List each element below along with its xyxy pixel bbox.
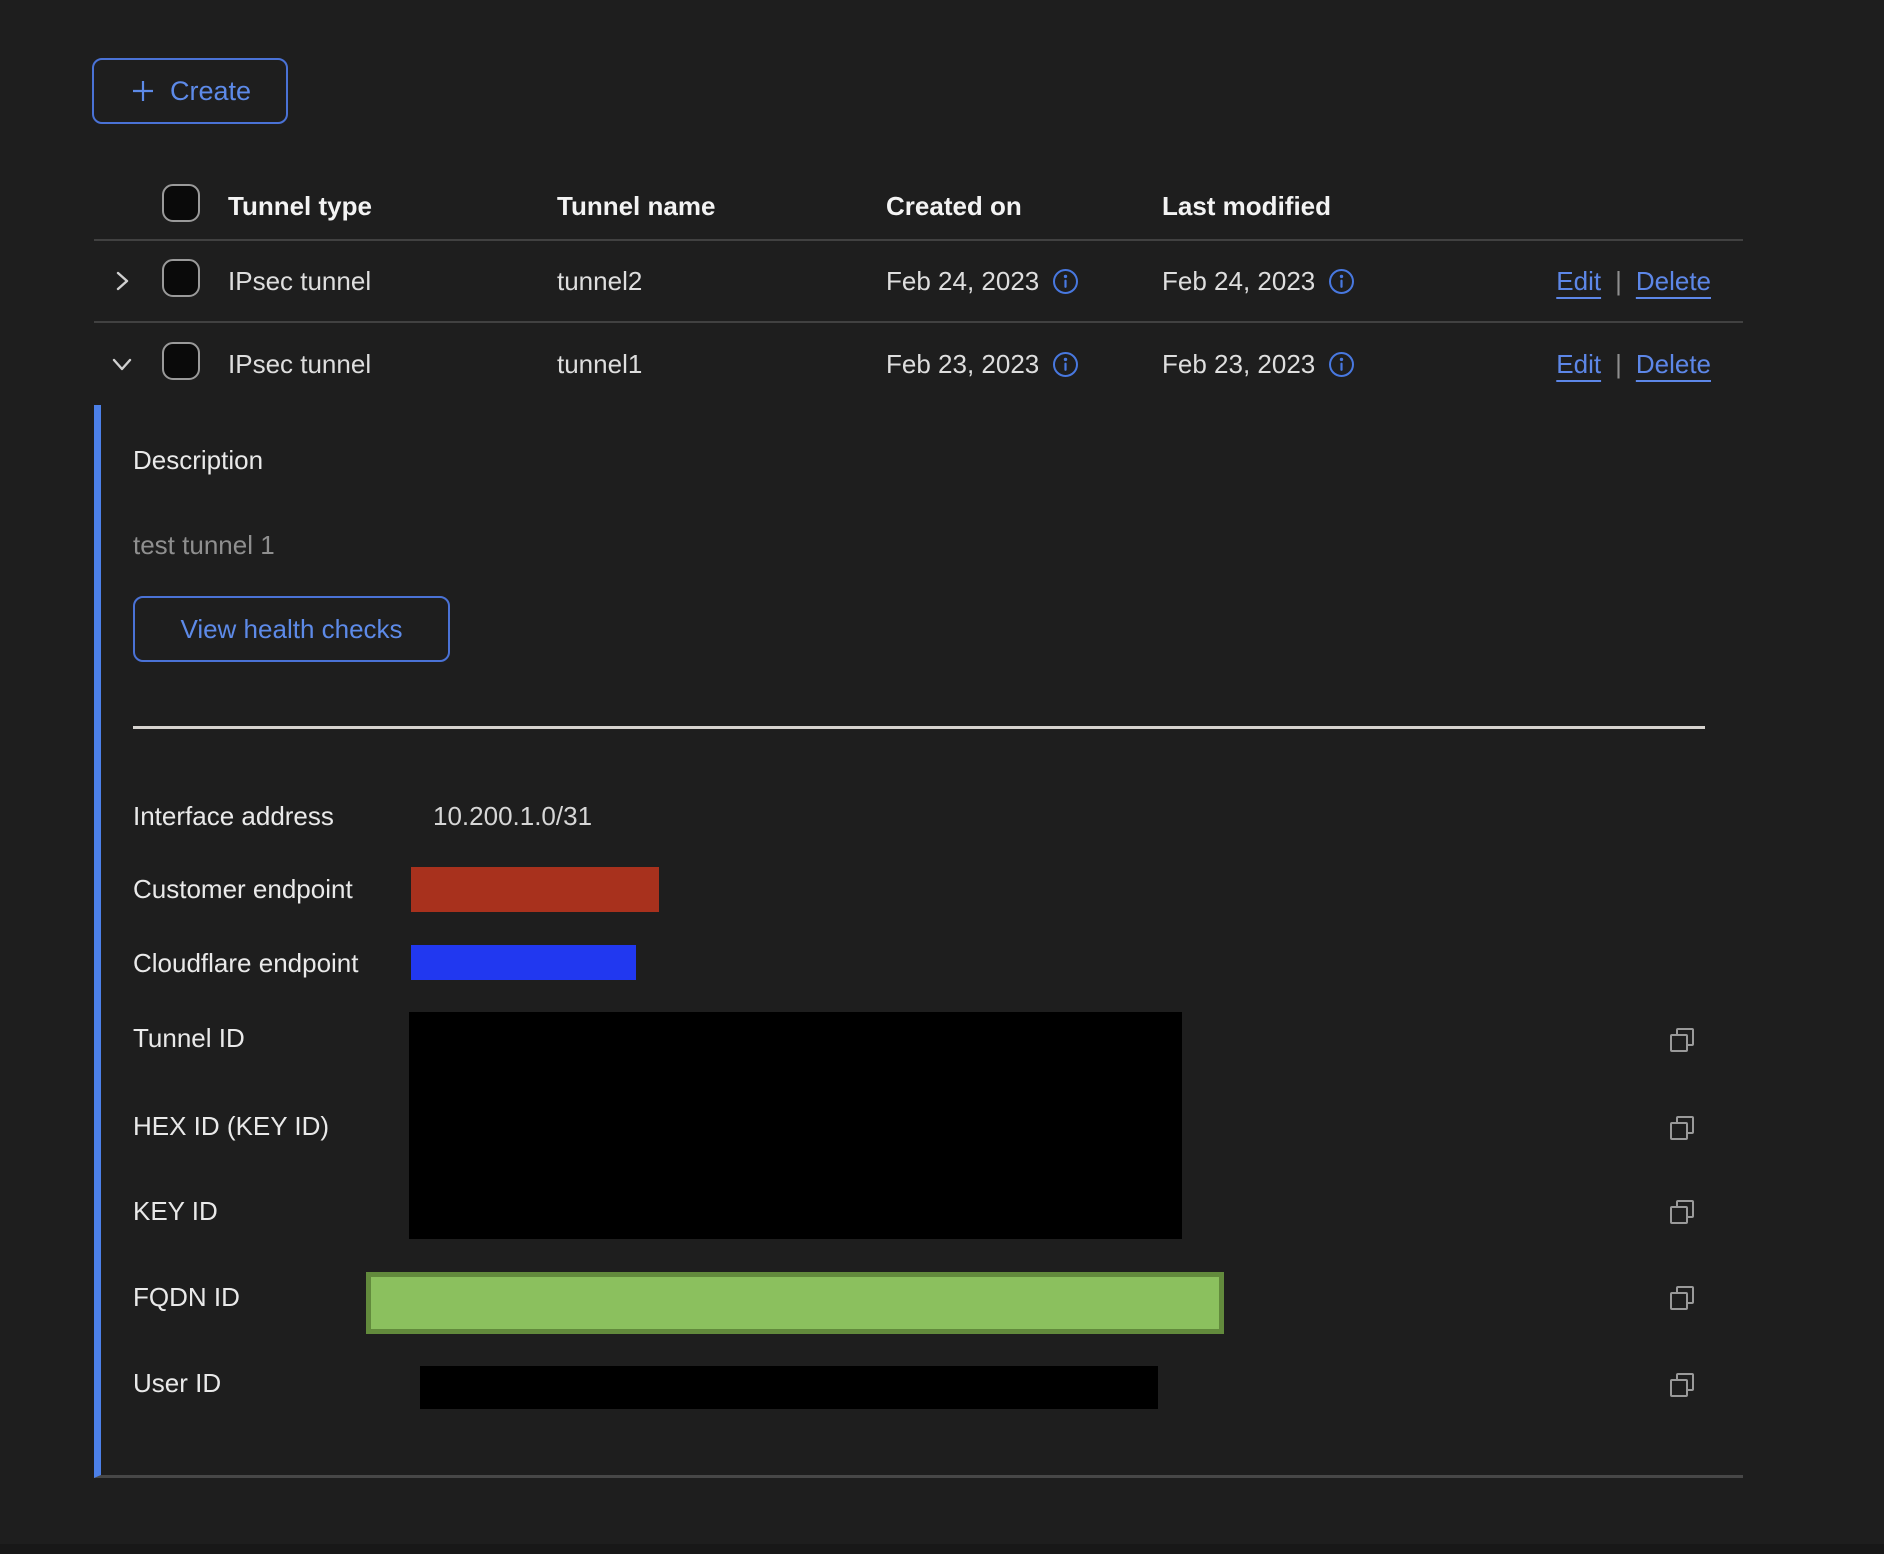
tunnel1-detail-panel: Description test tunnel 1 View health ch… xyxy=(94,405,1743,1478)
created-on-info-button[interactable] xyxy=(1052,268,1079,295)
copy-key-id-button[interactable] xyxy=(1668,1198,1696,1226)
copy-icon xyxy=(1668,1371,1696,1399)
created-on-info-button[interactable] xyxy=(1052,351,1079,378)
last-modified-info-button[interactable] xyxy=(1328,351,1355,378)
last-modified-info-button[interactable] xyxy=(1328,268,1355,295)
tunnel-name-cell: tunnel2 xyxy=(557,266,886,297)
tunnel-name-cell: tunnel1 xyxy=(557,349,886,380)
copy-hex-id-button[interactable] xyxy=(1668,1114,1696,1142)
last-modified-value: Feb 24, 2023 xyxy=(1162,266,1315,297)
delete-tunnel2-link[interactable]: Delete xyxy=(1636,266,1711,297)
collapse-tunnel1-button[interactable] xyxy=(107,349,137,379)
copy-tunnel-id-button[interactable] xyxy=(1668,1026,1696,1054)
redaction-user-id xyxy=(420,1366,1158,1409)
field-label-cloudflare-endpoint: Cloudflare endpoint xyxy=(133,948,359,978)
column-header-created-on: Created on xyxy=(886,191,1162,222)
plus-icon xyxy=(129,77,157,105)
expand-tunnel2-button[interactable] xyxy=(107,266,137,296)
field-label-customer-endpoint: Customer endpoint xyxy=(133,874,353,904)
row-checkbox-tunnel1[interactable] xyxy=(162,342,200,380)
redaction-tunnel-hex-key-ids xyxy=(409,1012,1182,1239)
tunnels-page: Create Tunnel type Tunnel name Created o… xyxy=(0,0,1884,1554)
table-row: IPsec tunnel tunnel1 Feb 23, 2023 Feb 23… xyxy=(94,323,1743,405)
field-label-tunnel-id: Tunnel ID xyxy=(133,1023,245,1053)
action-separator: | xyxy=(1615,349,1622,380)
edit-tunnel2-link[interactable]: Edit xyxy=(1556,266,1601,297)
create-button[interactable]: Create xyxy=(92,58,288,124)
row-checkbox-tunnel2[interactable] xyxy=(162,259,200,297)
info-icon xyxy=(1052,268,1079,295)
field-label-hex-id: HEX ID (KEY ID) xyxy=(133,1111,329,1141)
created-on-value: Feb 24, 2023 xyxy=(886,266,1039,297)
copy-icon xyxy=(1668,1198,1696,1226)
description-value: test tunnel 1 xyxy=(133,530,275,560)
description-label: Description xyxy=(133,445,263,475)
chevron-down-icon xyxy=(107,349,137,379)
delete-tunnel1-link[interactable]: Delete xyxy=(1636,349,1711,380)
panel-divider xyxy=(133,726,1705,729)
column-header-tunnel-name: Tunnel name xyxy=(557,191,886,222)
copy-icon xyxy=(1668,1284,1696,1312)
table-row: IPsec tunnel tunnel2 Feb 24, 2023 Feb 24… xyxy=(94,241,1743,323)
create-button-label: Create xyxy=(170,76,251,107)
created-on-value: Feb 23, 2023 xyxy=(886,349,1039,380)
field-label-interface-address: Interface address xyxy=(133,801,334,831)
copy-icon xyxy=(1668,1026,1696,1054)
column-header-last-modified: Last modified xyxy=(1162,191,1542,222)
tunnel-type-cell: IPsec tunnel xyxy=(228,266,557,297)
edit-tunnel1-link[interactable]: Edit xyxy=(1556,349,1601,380)
info-icon xyxy=(1328,268,1355,295)
copy-icon xyxy=(1668,1114,1696,1142)
select-all-checkbox[interactable] xyxy=(162,184,200,222)
copy-fqdn-id-button[interactable] xyxy=(1668,1284,1696,1312)
tunnel-type-cell: IPsec tunnel xyxy=(228,349,557,380)
view-health-checks-button[interactable]: View health checks xyxy=(133,596,450,662)
bottom-strip xyxy=(0,1544,1884,1554)
field-label-fqdn-id: FQDN ID xyxy=(133,1282,240,1312)
field-label-user-id: User ID xyxy=(133,1368,221,1398)
table-header-row: Tunnel type Tunnel name Created on Last … xyxy=(94,159,1743,241)
copy-user-id-button[interactable] xyxy=(1668,1371,1696,1399)
column-header-tunnel-type: Tunnel type xyxy=(228,191,557,222)
redaction-fqdn-id xyxy=(366,1272,1224,1334)
chevron-right-icon xyxy=(107,266,137,296)
field-label-key-id: KEY ID xyxy=(133,1196,218,1226)
redaction-cloudflare-endpoint xyxy=(411,945,636,980)
field-value-interface-address: 10.200.1.0/31 xyxy=(433,801,592,831)
info-icon xyxy=(1328,351,1355,378)
info-icon xyxy=(1052,351,1079,378)
redaction-customer-endpoint xyxy=(411,867,659,912)
action-separator: | xyxy=(1615,266,1622,297)
last-modified-value: Feb 23, 2023 xyxy=(1162,349,1315,380)
